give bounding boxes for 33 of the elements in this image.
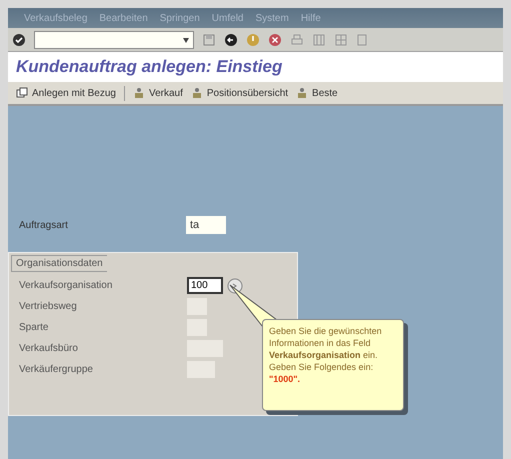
check-icon[interactable] [12, 32, 26, 46]
field-label: Auftragsart [19, 218, 69, 232]
dropdown-icon [183, 36, 189, 44]
command-field[interactable] [34, 30, 194, 48]
tooltip-value: "1000". [269, 373, 302, 385]
field-label: Sparte [19, 321, 50, 335]
field-label: Verkaufsbüro [19, 342, 79, 356]
person-icon [132, 87, 145, 99]
toolbar-button[interactable]: Anlegen mit Bezug [16, 86, 116, 100]
save-icon[interactable] [202, 32, 216, 46]
exit-icon[interactable] [246, 32, 260, 46]
input-field[interactable]: ta [186, 216, 226, 234]
copy-icon [16, 87, 28, 99]
input-field[interactable] [187, 319, 207, 336]
toolbar-button[interactable]: Verkauf [124, 86, 183, 100]
toolbar-button[interactable]: Positionsübersicht [190, 86, 288, 100]
field-label: Verkäufergruppe [19, 363, 94, 377]
toolbar-button[interactable]: Beste [296, 86, 338, 100]
group-title: Organisationsdaten [11, 255, 107, 272]
input-field[interactable] [187, 340, 223, 357]
field-label: Verkaufsorganisation [19, 279, 114, 293]
field-label: Vertriebsweg [19, 300, 78, 314]
cancel-icon[interactable] [268, 32, 282, 46]
person-icon [296, 87, 308, 99]
print-icon[interactable] [290, 32, 304, 46]
back-icon[interactable] [224, 32, 238, 46]
tooltip-text: Geben Sie Folgendes ein: [269, 361, 374, 373]
input-field[interactable]: 100 [187, 277, 223, 294]
person-icon [190, 87, 203, 99]
input-field[interactable] [187, 298, 207, 315]
input-field[interactable] [187, 361, 215, 378]
screen-title: Kundenauftrag anlegen: Einstieg [16, 56, 282, 78]
tooltip-text: Geben Sie die gewünschten Informationen in das Feld Verkaufsorganisation ein. [269, 325, 383, 361]
